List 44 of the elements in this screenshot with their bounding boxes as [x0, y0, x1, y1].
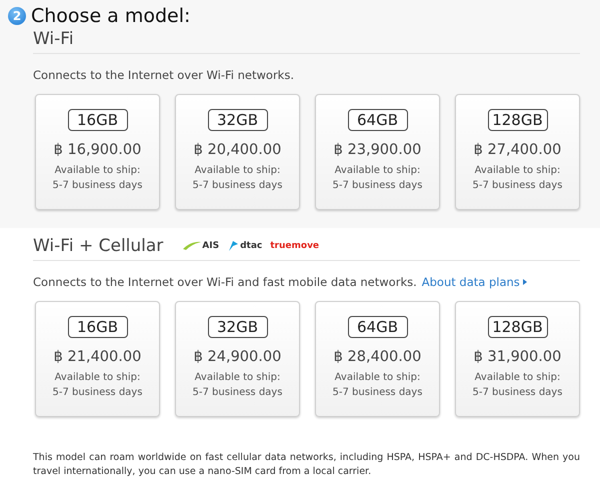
capacity-label: 32GB [208, 109, 268, 131]
model-card[interactable]: 32GB ฿ 20,400.00 Available to ship: 5-7 business days [175, 94, 300, 210]
model-card[interactable]: 64GB ฿ 23,900.00 Available to ship: 5-7 business days [315, 94, 440, 210]
model-card[interactable]: 128GB ฿ 31,900.00 Available to ship: 5-7 business days [455, 301, 580, 417]
data-plans-link[interactable]: About data plans [422, 275, 528, 289]
footnote: This model can roam worldwide on fast cellular data networks, including HSPA, HSPA+ and DC-HSDPA. When you travel internationally, you can use a nano-SIM card from a local carrier. [32, 451, 581, 480]
shipping-info: Available to ship: 5-7 business days [52, 164, 142, 193]
price: ฿ 24,900.00 [194, 349, 282, 365]
price: ฿ 21,400.00 [54, 349, 142, 365]
section-title: Wi-Fi [33, 29, 74, 49]
model-card[interactable]: 32GB ฿ 24,900.00 Available to ship: 5-7 business days [175, 301, 300, 417]
model-card[interactable]: 16GB ฿ 16,900.00 Available to ship: 5-7 business days [35, 94, 160, 210]
price: ฿ 27,400.00 [474, 142, 562, 158]
shipping-info: Available to ship: 5-7 business days [332, 164, 422, 193]
model-card[interactable]: 16GB ฿ 21,400.00 Available to ship: 5-7 business days [35, 301, 160, 417]
capacity-label: 128GB [488, 109, 548, 131]
price: ฿ 16,900.00 [54, 142, 142, 158]
carrier-logo: truemove [270, 241, 320, 251]
section-title: Wi-Fi + Cellular [33, 236, 164, 256]
carrier-logo: AIS [183, 241, 220, 251]
capacity-label: 32GB [208, 316, 268, 338]
price: ฿ 23,900.00 [334, 142, 422, 158]
capacity-label: 128GB [488, 316, 548, 338]
shipping-info: Available to ship: 5-7 business days [332, 371, 422, 400]
shipping-info: Available to ship: 5-7 business days [192, 164, 282, 193]
model-card[interactable]: 128GB ฿ 27,400.00 Available to ship: 5-7 business days [455, 94, 580, 210]
price: ฿ 28,400.00 [334, 349, 422, 365]
carrier-logo: dtac [227, 240, 262, 252]
model-card[interactable]: 64GB ฿ 28,400.00 Available to ship: 5-7 business days [315, 301, 440, 417]
section-description: Connects to the Internet over Wi-Fi and fast mobile data networks. [33, 275, 417, 289]
step-title: Choose a model: [31, 5, 190, 27]
capacity-label: 64GB [348, 316, 408, 338]
caret-icon [522, 278, 528, 286]
shipping-info: Available to ship: 5-7 business days [192, 371, 282, 400]
shipping-info: Available to ship: 5-7 business days [52, 371, 142, 400]
price: ฿ 31,900.00 [474, 349, 562, 365]
capacity-label: 16GB [68, 316, 128, 338]
shipping-info: Available to ship: 5-7 business days [472, 164, 562, 193]
section-description: Connects to the Internet over Wi-Fi networks. [33, 68, 294, 82]
capacity-label: 16GB [68, 109, 128, 131]
step-number: 2 [8, 7, 26, 25]
price: ฿ 20,400.00 [194, 142, 282, 158]
capacity-label: 64GB [348, 109, 408, 131]
shipping-info: Available to ship: 5-7 business days [472, 371, 562, 400]
